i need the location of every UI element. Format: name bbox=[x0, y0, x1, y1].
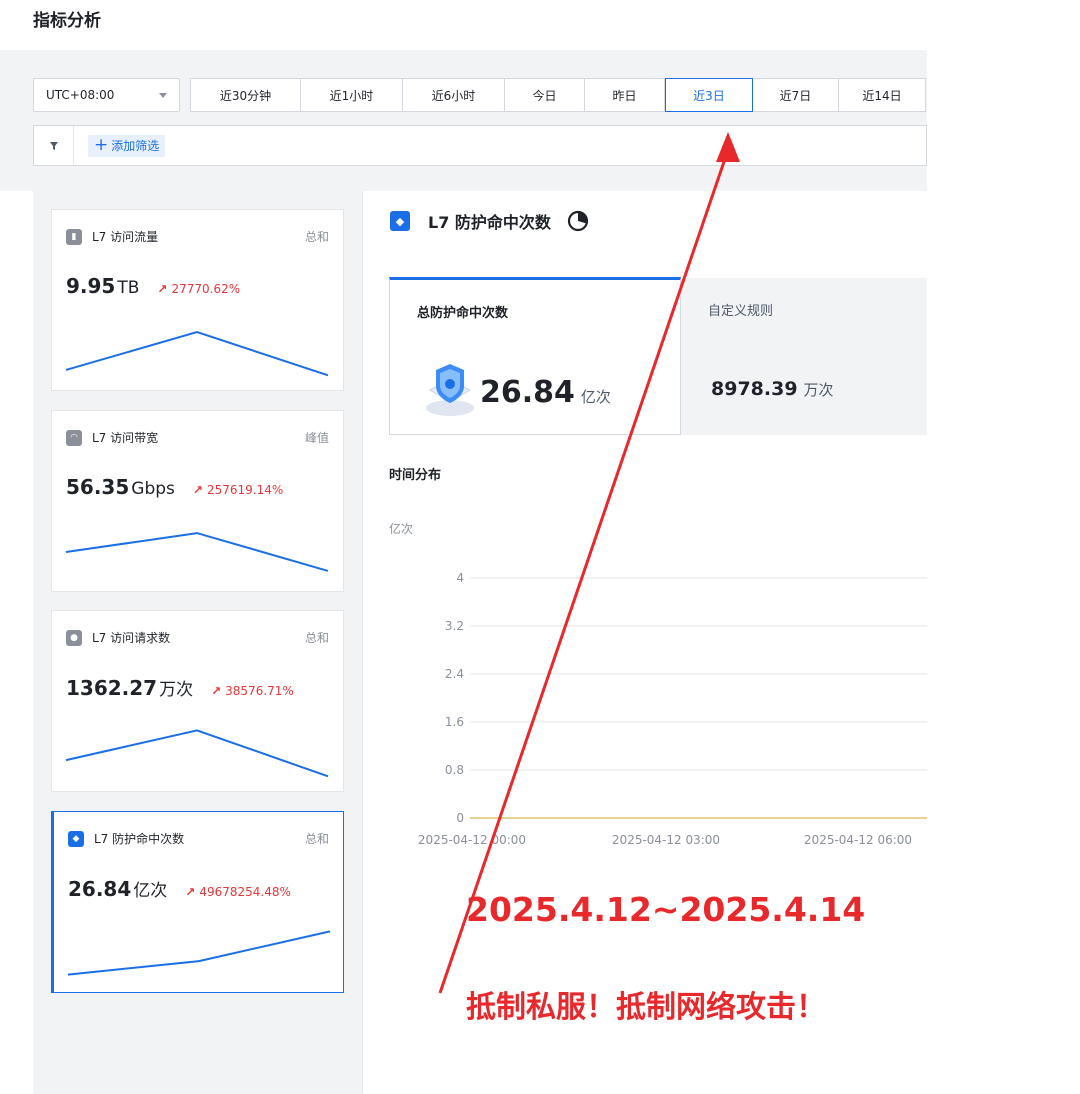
y-tick-label: 0.8 bbox=[445, 763, 464, 777]
funnel-icon[interactable] bbox=[34, 126, 74, 165]
gauge-icon: ◠ bbox=[66, 429, 82, 446]
sparkline bbox=[65, 729, 329, 778]
metric-agg: 总和 bbox=[304, 230, 329, 244]
y-tick-label: 1.6 bbox=[445, 715, 464, 729]
timezone-select[interactable]: UTC+08:00 bbox=[33, 78, 180, 112]
sparkline bbox=[65, 532, 329, 572]
bar-chart-icon: ▮ bbox=[66, 228, 82, 245]
x-tick-label: 2025-04-12 00:00 bbox=[418, 833, 526, 847]
metric-unit: 亿次 bbox=[133, 881, 168, 901]
plus-icon: + bbox=[94, 135, 109, 155]
metric-agg: 总和 bbox=[304, 631, 329, 645]
metric-agg: 总和 bbox=[304, 832, 329, 846]
range-btn-7d[interactable]: 近7日 bbox=[753, 79, 839, 111]
main-title-text: L7 防护命中次数 bbox=[428, 213, 551, 232]
annotation-slogan: 抵制私服！抵制网络攻击！ bbox=[466, 990, 826, 1025]
toolbar-area bbox=[0, 50, 927, 191]
add-filter-button[interactable]: + 添加筛选 bbox=[88, 134, 166, 157]
chevron-down-icon bbox=[159, 92, 167, 98]
x-tick-label: 2025-04-12 03:00 bbox=[612, 833, 720, 847]
add-filter-label: 添加筛选 bbox=[111, 139, 160, 153]
trend-up-icon: ↗ bbox=[192, 483, 203, 497]
range-btn-6h[interactable]: 近6小时 bbox=[403, 79, 505, 111]
trend-up-icon: ↗ bbox=[157, 282, 168, 296]
y-tick-label: 3.2 bbox=[445, 619, 464, 633]
range-btn-30min[interactable]: 近30分钟 bbox=[191, 79, 301, 111]
annotation-date-range: 2025.4.12~2025.4.14 bbox=[466, 890, 866, 929]
metric-list: ▮ L7 访问流量 总和 9.95 TB ↗ 27770.62% ◠ L7 访问带… bbox=[33, 191, 363, 1094]
range-btn-14d[interactable]: 近14日 bbox=[839, 79, 925, 111]
stat-label: 自定义规则 bbox=[708, 304, 774, 319]
metric-card-bandwidth[interactable]: ◠ L7 访问带宽 峰值 56.35 Gbps ↗ 257619.14% bbox=[51, 410, 344, 592]
range-btn-3d[interactable]: 近3日 bbox=[665, 78, 753, 112]
metric-card-protection-hits[interactable]: ◆ L7 防护命中次数 总和 26.84 亿次 ↗ 49678254.48% bbox=[51, 811, 344, 993]
metric-trend: 49678254.48% bbox=[199, 885, 291, 899]
range-btn-1h[interactable]: 近1小时 bbox=[301, 79, 403, 111]
metric-value: 56.35 bbox=[66, 475, 130, 499]
range-btn-yesterday[interactable]: 昨日 bbox=[585, 79, 665, 111]
sparkline bbox=[65, 331, 329, 377]
user-icon: ● bbox=[66, 629, 82, 646]
time-distribution-chart: 4 3.2 2.4 1.6 0.8 0 2025-04-12 00:00 2025-04-12… bbox=[418, 571, 927, 847]
range-group: 近30分钟 近1小时 近6小时 今日 昨日 近3日 近7日 近14日 bbox=[190, 78, 926, 112]
metric-unit: TB bbox=[117, 278, 140, 298]
metric-trend: 257619.14% bbox=[206, 483, 284, 497]
metric-agg: 峰值 bbox=[304, 431, 329, 445]
section-title: 时间分布 bbox=[389, 468, 442, 483]
stat-value: 8978.39 bbox=[711, 378, 798, 400]
filter-bar: + 添加筛选 bbox=[33, 125, 927, 166]
metric-value: 26.84 bbox=[68, 877, 132, 901]
metric-name: L7 访问带宽 bbox=[92, 431, 159, 445]
stat-unit: 亿次 bbox=[580, 388, 611, 406]
y-axis-unit: 亿次 bbox=[389, 522, 414, 536]
metric-trend: 27770.62% bbox=[171, 282, 241, 296]
pie-chart-icon[interactable] bbox=[567, 210, 589, 232]
range-btn-today[interactable]: 今日 bbox=[505, 79, 585, 111]
stat-label: 总防护命中次数 bbox=[417, 306, 509, 321]
shield-icon: ◆ bbox=[68, 830, 84, 847]
stat-unit: 万次 bbox=[803, 381, 834, 399]
shield-icon: ◆ bbox=[390, 211, 410, 231]
sparkline-series bbox=[65, 532, 329, 572]
sparkline-series bbox=[65, 729, 329, 778]
x-tick-label: 2025-04-12 06:00 bbox=[804, 833, 912, 847]
metric-value: 1362.27 bbox=[66, 676, 158, 700]
metric-unit: Gbps bbox=[131, 479, 175, 499]
y-tick-label: 0 bbox=[456, 811, 464, 825]
metric-trend: 38576.71% bbox=[225, 684, 294, 698]
metric-name: L7 防护命中次数 bbox=[94, 832, 185, 846]
y-tick-label: 4 bbox=[456, 571, 464, 585]
metric-name: L7 访问请求数 bbox=[92, 631, 171, 645]
shield-graphic-icon bbox=[426, 364, 474, 416]
time-range-bar: UTC+08:00 近30分钟 近1小时 近6小时 今日 昨日 近3日 近7日 … bbox=[33, 78, 926, 112]
metric-name: L7 访问流量 bbox=[92, 230, 159, 244]
stat-card-total[interactable]: 总防护命中次数 26.84 亿次 bbox=[389, 277, 681, 435]
stat-value: 26.84 bbox=[480, 375, 575, 410]
metric-card-requests[interactable]: ● L7 访问请求数 总和 1362.27 万次 ↗ 38576.71% bbox=[51, 610, 344, 792]
trend-up-icon: ↗ bbox=[185, 885, 196, 899]
y-tick-label: 2.4 bbox=[445, 667, 464, 681]
sparkline bbox=[67, 930, 331, 976]
sparkline-series bbox=[65, 331, 329, 377]
timezone-value: UTC+08:00 bbox=[46, 88, 115, 102]
stat-card-custom-rules[interactable]: 自定义规则 8978.39 万次 bbox=[681, 278, 927, 435]
metric-card-traffic[interactable]: ▮ L7 访问流量 总和 9.95 TB ↗ 27770.62% bbox=[51, 209, 344, 391]
sparkline-series bbox=[67, 930, 331, 976]
trend-up-icon: ↗ bbox=[211, 684, 222, 698]
main-title: ◆ L7 防护命中次数 bbox=[390, 209, 589, 233]
metric-unit: 万次 bbox=[159, 680, 194, 700]
page-title: 指标分析 bbox=[33, 11, 101, 31]
metric-value: 9.95 bbox=[66, 274, 116, 298]
